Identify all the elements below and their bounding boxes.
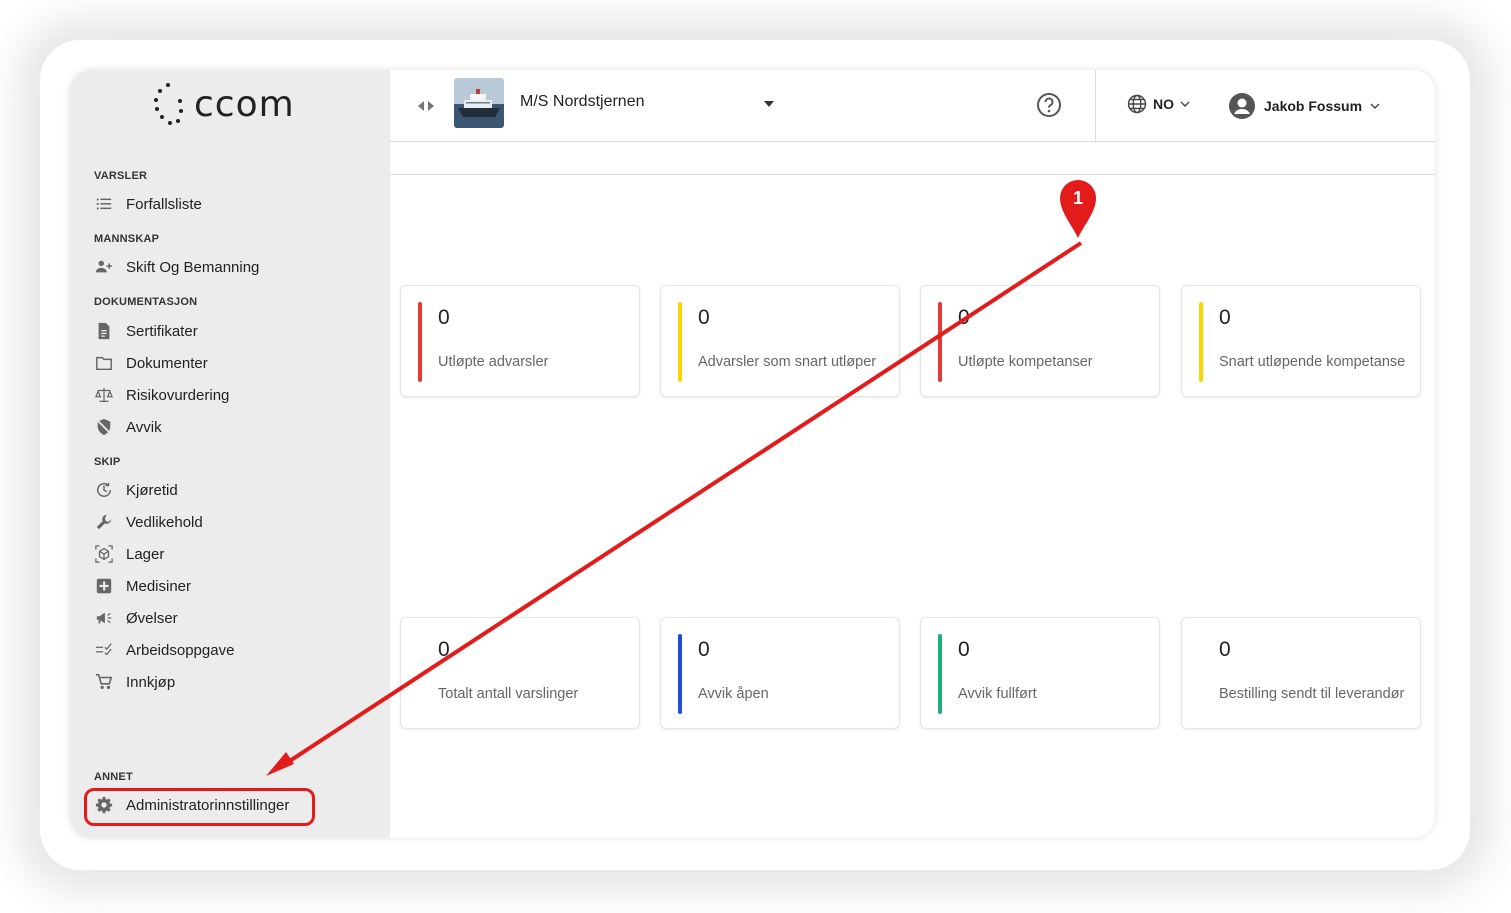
top-bar: M/S Nordstjernen NO Jakob Fossum <box>390 70 1435 142</box>
ccom-logo[interactable]: ccom <box>152 78 312 130</box>
sidebar: ccom VARSLER Forfallsliste MANNSKAP Skif… <box>70 70 390 838</box>
add-user-icon <box>94 257 114 277</box>
clock-icon <box>94 480 114 500</box>
sidebar-item-innkjop[interactable]: Innkjøp <box>94 669 175 695</box>
sidebar-item-label: Risikovurdering <box>126 386 230 404</box>
stat-card-orders-sent[interactable]: 0 Bestilling sendt til leverandør <box>1181 617 1421 729</box>
section-title-dokumentasjon: DOKUMENTASJON <box>94 296 198 308</box>
screenshot-stage: ccom VARSLER Forfallsliste MANNSKAP Skif… <box>0 0 1511 913</box>
card-accent-bar <box>678 302 682 382</box>
megaphone-icon <box>94 608 114 628</box>
sidebar-item-label: Innkjøp <box>126 673 176 691</box>
document-icon <box>94 321 114 341</box>
scale-icon <box>94 385 114 405</box>
language-label: NO <box>1153 96 1174 112</box>
sidebar-item-forfallsliste[interactable]: Forfallsliste <box>94 191 202 217</box>
chevron-down-icon <box>1370 103 1380 109</box>
wrench-icon <box>94 512 114 532</box>
card-label: Totalt antall varslinger <box>438 686 579 702</box>
medical-icon <box>94 576 114 596</box>
card-value: 0 <box>958 638 970 661</box>
stat-card-expiring-warnings[interactable]: 0 Advarsler som snart utløper <box>660 285 900 397</box>
sidebar-item-dokumenter[interactable]: Dokumenter <box>94 350 208 376</box>
sidebar-item-avvik[interactable]: Avvik <box>94 414 162 440</box>
list-icon <box>94 194 114 214</box>
logo-dots-icon <box>152 81 186 127</box>
sidebar-item-ovelser[interactable]: Øvelser <box>94 605 178 631</box>
card-label: Snart utløpende kompetanse <box>1219 354 1406 370</box>
user-name: Jakob Fossum <box>1264 98 1363 114</box>
card-value: 0 <box>698 638 710 661</box>
vessel-selector[interactable]: M/S Nordstjernen <box>520 93 645 111</box>
card-label: Advarsler som snart utløper <box>698 354 877 370</box>
card-label: Bestilling sendt til leverandør <box>1219 686 1405 702</box>
stat-card-open-deviations[interactable]: 0 Avvik åpen <box>660 617 900 729</box>
sub-header-bar <box>390 142 1435 175</box>
sidebar-item-arbeidsoppgave[interactable]: Arbeidsoppgave <box>94 637 234 663</box>
sidebar-item-skift-og-bemanning[interactable]: Skift Og Bemanning <box>94 254 259 280</box>
caret-down-icon[interactable] <box>762 99 776 109</box>
checklist-icon <box>94 640 114 660</box>
stat-card-expired-warnings[interactable]: 0 Utløpte advarsler <box>400 285 640 397</box>
card-value: 0 <box>698 306 710 329</box>
sidebar-item-sertifikater[interactable]: Sertifikater <box>94 318 198 344</box>
card-accent-bar <box>1199 302 1203 382</box>
shield-off-icon <box>94 417 114 437</box>
sidebar-item-label: Vedlikehold <box>126 513 203 531</box>
card-value: 0 <box>438 638 450 661</box>
stat-card-total-notifications[interactable]: 0 Totalt antall varslinger <box>400 617 640 729</box>
section-title-skip: SKIP <box>94 456 121 468</box>
logo-text: ccom <box>194 83 295 125</box>
stat-card-completed-deviations[interactable]: 0 Avvik fullført <box>920 617 1160 729</box>
card-value: 0 <box>1219 638 1231 661</box>
sidebar-item-label: Dokumenter <box>126 354 208 372</box>
section-title-mannskap: MANNSKAP <box>94 233 160 245</box>
sidebar-item-label: Arbeidsoppgave <box>126 641 235 659</box>
sidebar-item-label: Sertifikater <box>126 322 198 340</box>
sidebar-item-medisiner[interactable]: Medisiner <box>94 573 191 599</box>
card-accent-bar <box>938 634 942 714</box>
stat-card-expiring-competencies[interactable]: 0 Snart utløpende kompetanse <box>1181 285 1421 397</box>
sidebar-item-label: Kjøretid <box>126 481 178 499</box>
sidebar-item-vedlikehold[interactable]: Vedlikehold <box>94 509 203 535</box>
sidebar-toggle-icon[interactable] <box>416 96 436 116</box>
sidebar-item-label: Lager <box>126 545 165 563</box>
sidebar-item-label: Skift Og Bemanning <box>126 258 260 276</box>
section-title-varsler: VARSLER <box>94 170 148 182</box>
card-value: 0 <box>1219 306 1231 329</box>
topbar-divider <box>1095 70 1096 142</box>
card-label: Utløpte advarsler <box>438 354 549 370</box>
sidebar-item-kjoretid[interactable]: Kjøretid <box>94 477 178 503</box>
help-icon[interactable] <box>1036 92 1062 118</box>
language-selector[interactable]: NO <box>1127 94 1198 114</box>
card-value: 0 <box>958 306 970 329</box>
sidebar-item-label: Øvelser <box>126 609 178 627</box>
app-window: ccom VARSLER Forfallsliste MANNSKAP Skif… <box>70 70 1435 838</box>
section-title-annet: ANNET <box>94 771 133 783</box>
card-label: Avvik åpen <box>698 686 769 702</box>
sidebar-item-lager[interactable]: Lager <box>94 541 164 567</box>
card-value: 0 <box>438 306 450 329</box>
sidebar-item-label: Avvik <box>126 418 162 436</box>
chevron-down-icon <box>1180 101 1190 107</box>
cart-icon <box>94 672 114 692</box>
avatar-icon <box>1229 93 1255 119</box>
sidebar-item-risikovurdering[interactable]: Risikovurdering <box>94 382 229 408</box>
card-label: Utløpte kompetanser <box>958 354 1093 370</box>
vessel-thumbnail <box>454 78 504 128</box>
annotation-highlight-box <box>84 788 315 826</box>
folder-icon <box>94 353 114 373</box>
user-menu[interactable]: Jakob Fossum <box>1228 92 1382 120</box>
sidebar-item-label: Forfallsliste <box>126 195 202 213</box>
stat-card-expired-competencies[interactable]: 0 Utløpte kompetanser <box>920 285 1160 397</box>
card-accent-bar <box>418 302 422 382</box>
globe-icon <box>1127 94 1147 114</box>
card-label: Avvik fullført <box>958 686 1037 702</box>
sidebar-item-label: Medisiner <box>126 577 192 595</box>
card-accent-bar <box>678 634 682 714</box>
warehouse-icon <box>94 544 114 564</box>
card-accent-bar <box>938 302 942 382</box>
